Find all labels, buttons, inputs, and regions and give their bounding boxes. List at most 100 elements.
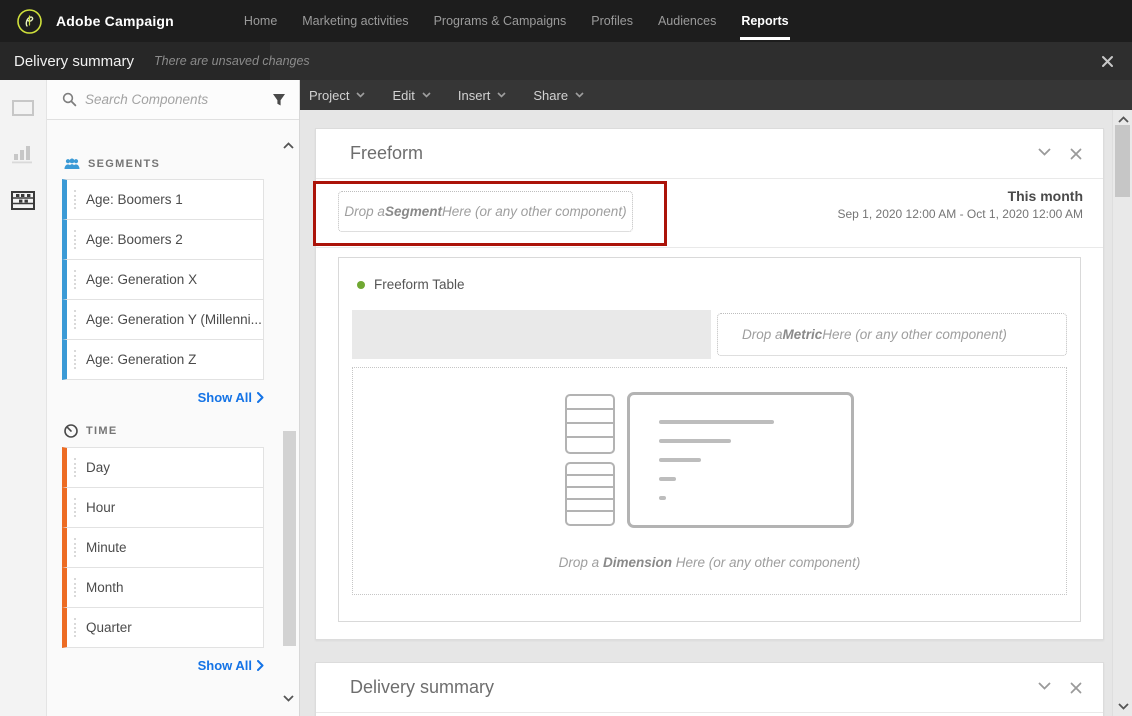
close-panel-icon[interactable] (1068, 146, 1084, 162)
dropzone-text-suffix: Here (or any other component) (671, 555, 861, 570)
sidebar-scroll-down-icon[interactable] (283, 695, 294, 702)
component-sections: SEGMENTS Age: Boomers 1 Age: Boomers 2 A… (47, 120, 269, 673)
nav-audiences[interactable]: Audiences (658, 0, 716, 42)
metric-dropzone[interactable]: Drop a Metric Here (or any other compone… (717, 313, 1067, 356)
top-nav: Adobe Campaign Home Marketing activities… (0, 0, 1132, 42)
page-title: Delivery summary (14, 52, 135, 70)
time-item-label: Month (86, 580, 124, 595)
time-item[interactable]: Day (62, 447, 264, 488)
menu-label: Edit (392, 87, 415, 103)
panel-drop-row: Drop a Segment Here (or any other compon… (316, 179, 1103, 248)
close-report-button[interactable] (1097, 51, 1118, 72)
menu-project[interactable]: Project (309, 87, 366, 103)
primary-nav: Home Marketing activities Programs & Cam… (244, 0, 790, 42)
segment-item-label: Age: Generation Y (Millenni... (86, 312, 262, 327)
mini-table-icon (565, 394, 615, 454)
dropzone-text-suffix: Here (or any other component) (822, 327, 1007, 342)
clock-icon (64, 424, 78, 438)
segment-item-label: Age: Boomers 1 (86, 192, 183, 207)
nav-reports[interactable]: Reports (740, 0, 790, 42)
search-input[interactable] (85, 92, 264, 107)
freeform-panel-title: Freeform (350, 143, 424, 163)
close-panel-icon[interactable] (1068, 680, 1084, 696)
delivery-summary-title: Delivery summary (350, 677, 495, 697)
left-rail (0, 80, 47, 716)
workspace: SEGMENTS Age: Boomers 1 Age: Boomers 2 A… (0, 80, 1132, 716)
dropzone-text-prefix: Drop a (558, 555, 603, 570)
nav-marketing-activities[interactable]: Marketing activities (302, 0, 408, 42)
sidebar: SEGMENTS Age: Boomers 1 Age: Boomers 2 A… (0, 80, 300, 716)
chevron-right-icon (257, 392, 264, 403)
components-panel: SEGMENTS Age: Boomers 1 Age: Boomers 2 A… (47, 80, 300, 716)
report-canvas: Freeform Drop a Segment Here (or any oth… (300, 110, 1132, 716)
dropzone-text-word: Dimension (602, 555, 672, 570)
menu-insert[interactable]: Insert (458, 88, 507, 103)
segments-show-all-link[interactable]: Show All (62, 390, 264, 405)
segments-icon (64, 158, 80, 170)
time-item[interactable]: Month (62, 567, 264, 608)
metric-cell: Drop a Metric Here (or any other compone… (711, 310, 1067, 359)
nav-profiles[interactable]: Profiles (591, 0, 633, 42)
segment-dropzone[interactable]: Drop a Segment Here (or any other compon… (338, 191, 633, 232)
main-area: Project Edit Insert Share Freeform Drop … (300, 80, 1132, 716)
time-item[interactable]: Hour (62, 487, 264, 528)
menu-share[interactable]: Share (533, 88, 584, 103)
collapse-panel-icon[interactable] (1036, 146, 1053, 162)
collapse-panel-icon[interactable] (1036, 680, 1053, 696)
segment-item[interactable]: Age: Generation X (62, 259, 264, 300)
chevron-right-icon (257, 660, 264, 671)
dimension-dropzone[interactable]: Drop a Dimension Here (or any other comp… (352, 367, 1067, 595)
segments-list: Age: Boomers 1 Age: Boomers 2 Age: Gener… (62, 179, 264, 380)
dropzone-text-suffix: Here (or any other component) (441, 204, 627, 219)
freeform-table-title: Freeform Table (374, 277, 465, 292)
delivery-summary-header: Delivery summary (316, 663, 1103, 713)
segment-item[interactable]: Age: Generation Z (62, 339, 264, 380)
nav-programs-campaigns[interactable]: Programs & Campaigns (434, 0, 567, 42)
time-item-label: Quarter (86, 620, 132, 635)
components-icon[interactable] (9, 186, 37, 214)
time-show-all-link[interactable]: Show All (62, 658, 264, 673)
date-range-block[interactable]: This month Sep 1, 2020 12:00 AM - Oct 1,… (838, 188, 1084, 221)
dropzone-text-prefix: Drop a (742, 327, 783, 342)
nav-home[interactable]: Home (244, 0, 277, 42)
menu-bar: Project Edit Insert Share (300, 80, 1132, 110)
table-placeholder-illustration (565, 392, 854, 528)
filter-icon[interactable] (272, 93, 286, 107)
time-item[interactable]: Quarter (62, 607, 264, 648)
main-scrollbar-thumb[interactable] (1115, 125, 1130, 197)
sidebar-scrollbar-thumb[interactable] (283, 431, 296, 646)
date-range-value: Sep 1, 2020 12:00 AM - Oct 1, 2020 12:00… (837, 207, 1084, 221)
component-search-row (47, 80, 299, 120)
freeform-panel: Freeform Drop a Segment Here (or any oth… (315, 128, 1104, 640)
segment-item-label: Age: Generation Z (86, 352, 197, 367)
sidebar-scroll-up-icon[interactable] (283, 142, 294, 149)
scroll-up-icon[interactable] (1118, 116, 1129, 123)
segment-item[interactable]: Age: Generation Y (Millenni... (62, 299, 264, 340)
dimension-dropzone-text: Drop a Dimension Here (or any other comp… (559, 555, 861, 570)
main-scrollbar[interactable] (1112, 110, 1132, 716)
unsaved-changes-status: There are unsaved changes (154, 54, 310, 68)
table-corner-cell (352, 310, 711, 359)
time-section-header: TIME (64, 424, 269, 438)
menu-edit[interactable]: Edit (392, 87, 431, 103)
freeform-table-header-row: Drop a Metric Here (or any other compone… (352, 310, 1067, 359)
show-all-label: Show All (197, 658, 252, 673)
segment-item[interactable]: Age: Boomers 1 (62, 179, 264, 220)
segment-item-label: Age: Generation X (86, 272, 198, 287)
time-item-label: Day (86, 460, 111, 475)
title-bar: Delivery summary There are unsaved chang… (0, 42, 1132, 80)
freeform-table-title-row: Freeform Table (339, 258, 1080, 292)
visualizations-icon[interactable] (9, 140, 37, 168)
show-all-label: Show All (197, 390, 252, 405)
freeform-table: Freeform Table Drop a Metric Here (or an… (338, 257, 1081, 622)
panels-icon[interactable] (9, 94, 37, 122)
scroll-down-icon[interactable] (1118, 703, 1129, 710)
segments-section-header: SEGMENTS (64, 158, 269, 170)
time-list: Day Hour Minute Month Quarter (62, 447, 264, 648)
segment-item-label: Age: Boomers 2 (86, 232, 183, 247)
segment-item[interactable]: Age: Boomers 2 (62, 219, 264, 260)
search-icon (62, 92, 77, 107)
date-range-label: This month (1007, 188, 1083, 204)
time-item[interactable]: Minute (62, 527, 264, 568)
menu-label: Project (309, 87, 350, 103)
